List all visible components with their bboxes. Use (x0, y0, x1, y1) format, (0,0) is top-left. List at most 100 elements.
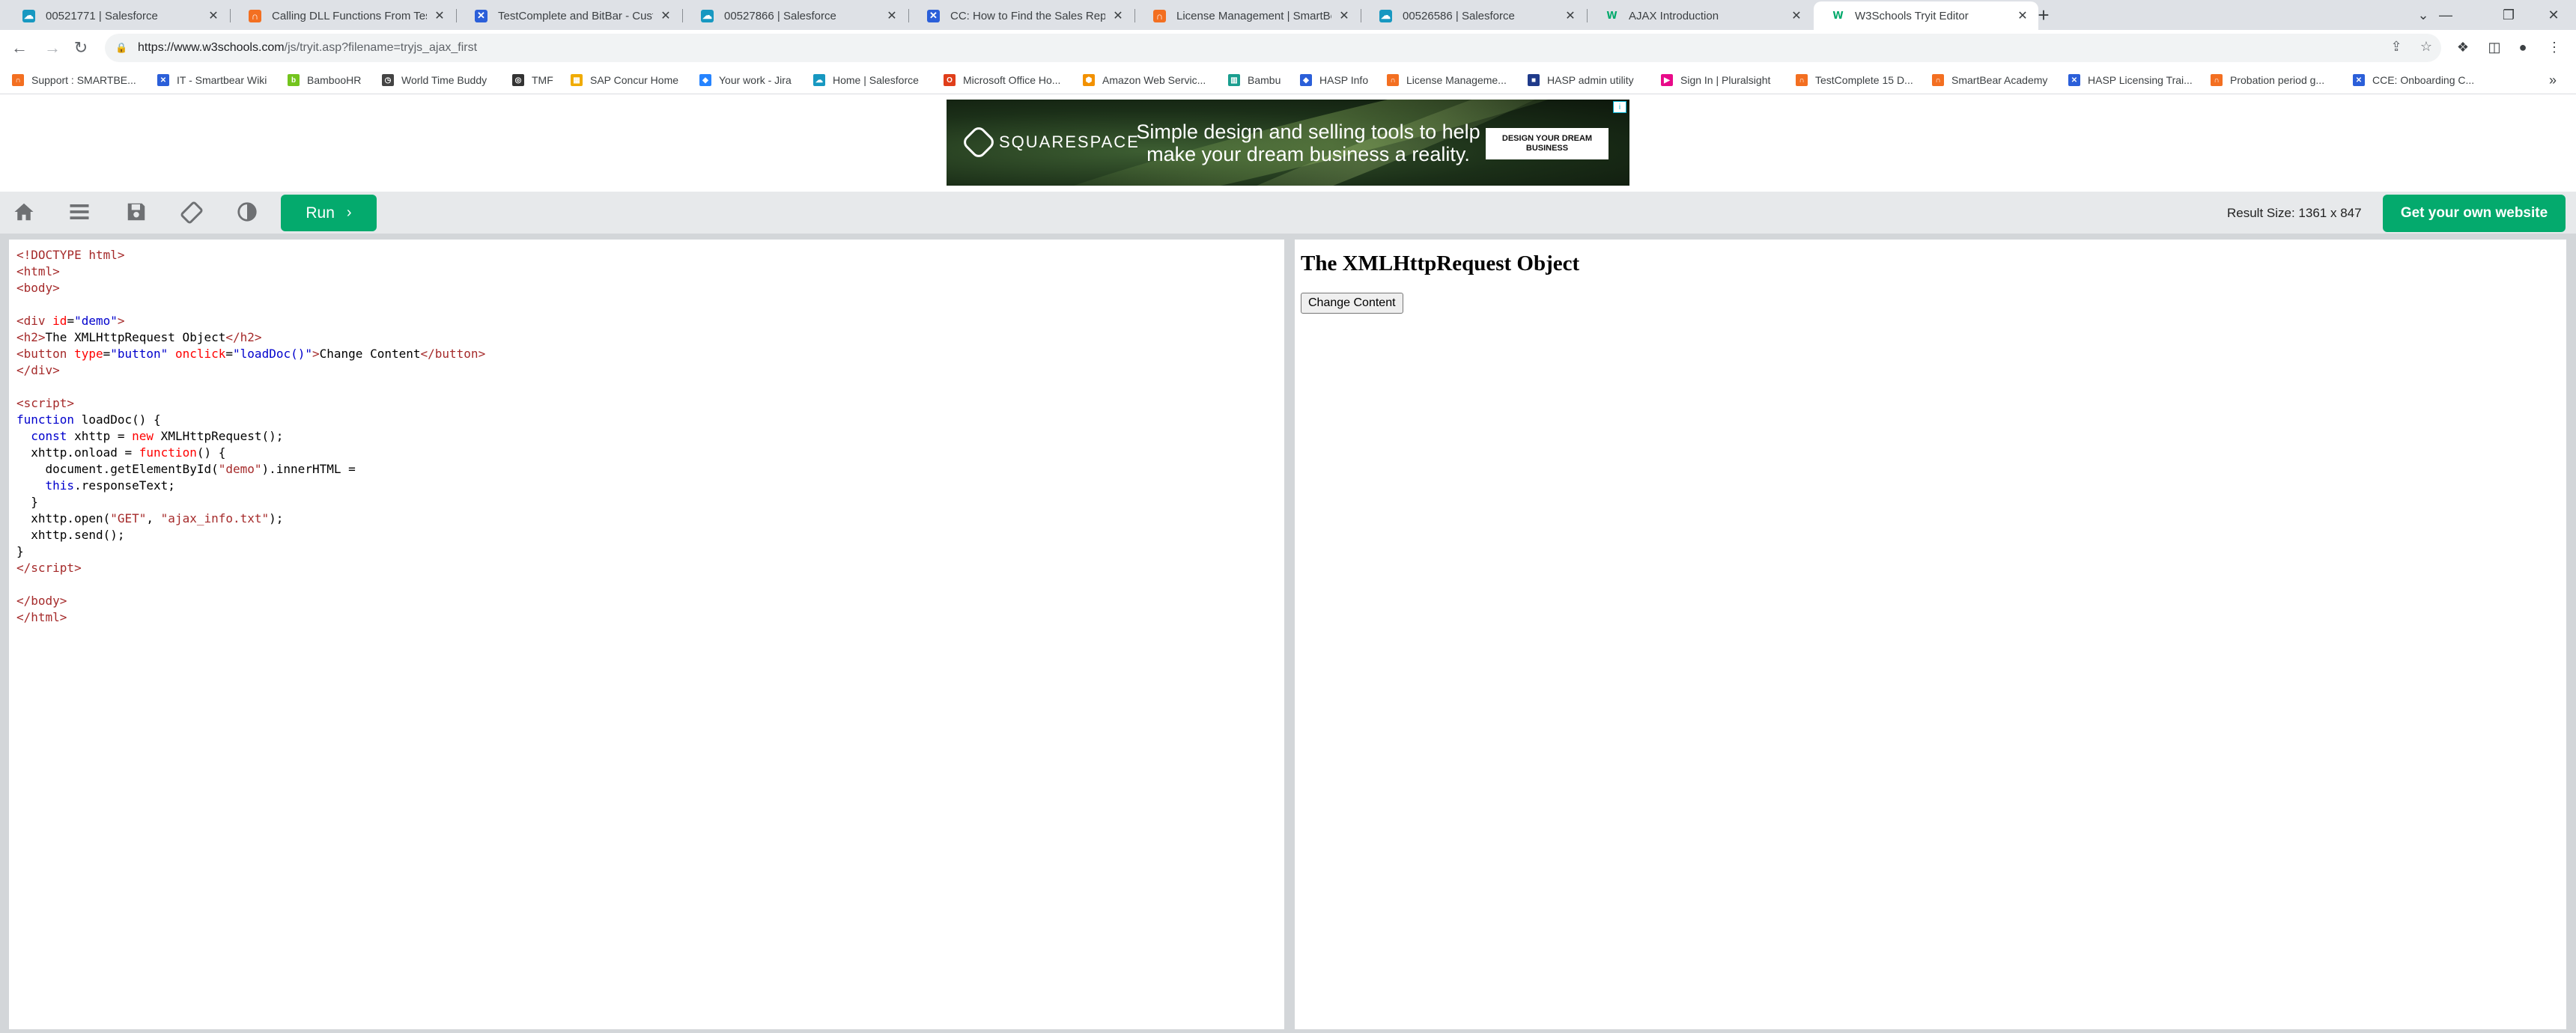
menu-icon[interactable] (66, 201, 93, 228)
bookmark-item[interactable]: ∩ SmartBear Academy (1932, 72, 2047, 88)
tab-close-icon[interactable]: ✕ (659, 8, 672, 23)
browser-tab[interactable]: ☁ 00527866 | Salesforce ✕ (683, 1, 908, 30)
tab-close-icon[interactable]: ✕ (207, 8, 220, 23)
w3schools-icon: W (1606, 10, 1617, 22)
contrast-icon[interactable] (234, 201, 261, 228)
browser-tab[interactable]: W W3Schools Tryit Editor ✕ (1814, 1, 2038, 30)
bookmarks-overflow-icon[interactable]: » (2549, 72, 2557, 88)
lock-icon[interactable]: 🔒 (115, 42, 127, 54)
bookmark-item[interactable]: ■ HASP admin utility (1528, 72, 1634, 88)
ad-info-icon[interactable]: i (1613, 101, 1626, 113)
bookmark-item[interactable]: ▦ SAP Concur Home (571, 72, 678, 88)
bookmark-item[interactable]: ∩ TestComplete 15 D... (1796, 72, 1913, 88)
code-text[interactable]: <!DOCTYPE html> <html> <body> <div id="d… (16, 247, 1277, 626)
forward-button[interactable]: → (40, 36, 64, 60)
result-heading: The XMLHttpRequest Object (1301, 252, 1580, 275)
bookmark-item[interactable]: ∩ License Manageme... (1387, 72, 1507, 88)
ad-banner[interactable]: SQUARESPACE Simple design and selling to… (947, 100, 1629, 186)
change-content-button[interactable]: Change Content (1301, 293, 1403, 314)
bookmark-item[interactable]: ◆ Your work - Jira (699, 72, 792, 88)
browser-tab[interactable]: ✕ CC: How to Find the Sales Rep to ✕ (909, 1, 1134, 30)
address-bar[interactable]: 🔒 https://www.w3schools.com/js/tryit.asp… (105, 34, 2441, 62)
bookmark-item[interactable]: ▶ Sign In | Pluralsight (1661, 72, 1770, 88)
bookmark-item[interactable]: ◷ World Time Buddy (382, 72, 487, 88)
bookmark-item[interactable]: ✕ HASP Licensing Trai... (2068, 72, 2193, 88)
smartbear-icon: ∩ (1796, 74, 1808, 86)
bookmark-item[interactable]: ☁ Home | Salesforce (813, 72, 919, 88)
address-url[interactable]: https://www.w3schools.com/js/tryit.asp?f… (138, 41, 477, 55)
minimize-button[interactable]: — (2423, 3, 2468, 27)
tab-close-icon[interactable]: ✕ (1564, 8, 1577, 23)
close-window-button[interactable]: ✕ (2531, 3, 2576, 27)
home-icon[interactable] (10, 201, 37, 228)
ad-logo: SQUARESPACE (960, 124, 1140, 161)
tab-separator (1587, 9, 1588, 22)
confluence-icon: ✕ (2068, 74, 2080, 86)
bookmark-item[interactable]: ∩ Probation period g... (2211, 72, 2324, 88)
reload-button[interactable]: ↻ (69, 36, 93, 60)
bambu-icon: ▥ (1228, 74, 1240, 86)
kebab-menu-icon[interactable]: ⋮ (2545, 37, 2564, 57)
bookmark-label: Support : SMARTBE... (31, 74, 136, 86)
browser-tab[interactable]: ☁ 00526586 | Salesforce ✕ (1361, 1, 1586, 30)
pane-divider[interactable] (1284, 234, 1295, 1033)
tab-title: TestComplete and BitBar - Custom (498, 9, 653, 22)
bookmark-label: Home | Salesforce (833, 74, 919, 86)
smartbear-icon: ∩ (12, 74, 24, 86)
bookmark-item[interactable]: ✕ IT - Smartbear Wiki (157, 72, 267, 88)
save-icon[interactable] (123, 201, 150, 228)
side-panel-icon[interactable]: ◫ (2485, 37, 2504, 57)
tab-close-icon[interactable]: ✕ (433, 8, 446, 23)
clock-icon: ◷ (382, 74, 394, 86)
bookmark-label: BambooHR (307, 74, 362, 86)
browser-toolbar: ← → ↻ 🔒 https://www.w3schools.com/js/try… (0, 30, 2576, 66)
bookmark-item[interactable]: ▥ Bambu (1228, 72, 1281, 88)
restore-button[interactable]: ❐ (2486, 3, 2531, 27)
rotate-icon[interactable] (178, 201, 205, 228)
bookmark-item[interactable]: ◎ TMF (512, 72, 553, 88)
salesforce-icon: ☁ (1379, 9, 1392, 22)
tab-title: W3Schools Tryit Editor (1855, 9, 1969, 22)
salesforce-icon: ☁ (813, 74, 825, 86)
ad-brand: SQUARESPACE (999, 132, 1140, 151)
browser-tab[interactable]: ✕ TestComplete and BitBar - Custom ✕ (457, 1, 681, 30)
bookmark-item[interactable]: ∩ Support : SMARTBE... (12, 72, 136, 88)
tryit-toolbar: Run › Result Size: 1361 x 847 Get your o… (0, 192, 2576, 234)
tab-close-icon[interactable]: ✕ (1790, 8, 1803, 23)
code-editor[interactable]: <!DOCTYPE html> <html> <body> <div id="d… (9, 240, 1284, 1029)
bookmark-item[interactable]: ◆ HASP Info (1300, 72, 1368, 88)
office-icon: O (944, 74, 956, 86)
bookmark-label: Sign In | Pluralsight (1680, 74, 1771, 86)
browser-tab[interactable]: ∩ License Management | SmartBear ✕ (1135, 1, 1360, 30)
run-button[interactable]: Run › (281, 195, 377, 231)
tab-title: 00521771 | Salesforce (46, 9, 158, 22)
smartbear-icon: ∩ (1387, 74, 1399, 86)
salesforce-icon: ☁ (701, 9, 714, 22)
testcomplete-icon: ✕ (927, 9, 940, 22)
browser-tab[interactable]: ☁ 00521771 | Salesforce ✕ (4, 1, 229, 30)
bookmark-star-icon[interactable]: ☆ (2416, 36, 2437, 57)
share-icon[interactable]: ⇪ (2386, 36, 2407, 57)
bookmark-item[interactable]: ⬢ Amazon Web Servic... (1083, 72, 1206, 88)
tab-separator (230, 9, 231, 22)
bookmark-label: HASP Info (1319, 74, 1369, 86)
tab-close-icon[interactable]: ✕ (2016, 8, 2029, 23)
bookmark-label: HASP admin utility (1547, 74, 1634, 86)
ad-cta-button[interactable]: DESIGN YOUR DREAM BUSINESS (1486, 128, 1609, 159)
browser-tab[interactable]: ∩ Calling DLL Functions From TestComplete… (231, 1, 455, 30)
tab-close-icon[interactable]: ✕ (1111, 8, 1125, 23)
bookmark-item[interactable]: O Microsoft Office Ho... (944, 72, 1060, 88)
browser-tab[interactable]: W AJAX Introduction ✕ (1588, 1, 1812, 30)
tab-close-icon[interactable]: ✕ (885, 8, 899, 23)
tab-separator (456, 9, 457, 22)
get-your-own-website-button[interactable]: Get your own website (2383, 195, 2566, 232)
bookmark-item[interactable]: b BambooHR (288, 72, 361, 88)
back-button[interactable]: ← (7, 36, 31, 60)
extensions-icon[interactable]: ❖ (2453, 37, 2473, 57)
tab-close-icon[interactable]: ✕ (1337, 8, 1351, 23)
bookmark-label: License Manageme... (1406, 74, 1507, 86)
bookmark-item[interactable]: ✕ CCE: Onboarding C... (2353, 72, 2474, 88)
tab-title: 00527866 | Salesforce (724, 9, 836, 22)
new-tab-button[interactable]: + (2032, 4, 2055, 27)
profile-avatar-icon[interactable]: ● (2513, 37, 2533, 57)
